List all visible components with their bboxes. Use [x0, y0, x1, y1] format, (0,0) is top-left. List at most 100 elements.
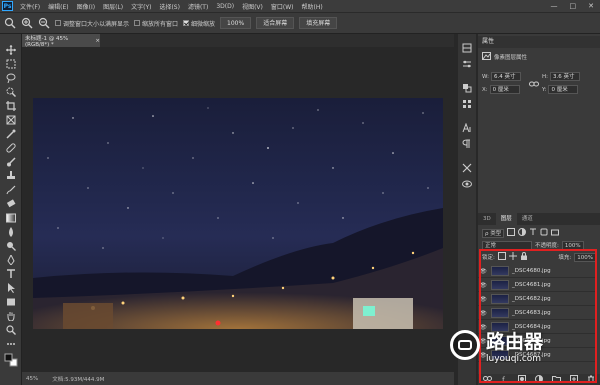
clone-stamp-tool-icon[interactable]: [4, 170, 18, 182]
path-selection-tool-icon[interactable]: [4, 282, 18, 294]
watermark: 路由器 luyouqi.com: [450, 320, 590, 370]
properties-panel-title[interactable]: 属性: [478, 36, 600, 48]
watermark-router-icon: [450, 330, 480, 360]
scrubby-zoom-option[interactable]: 细微缩放: [183, 19, 215, 28]
x-field: X: 0 厘米: [482, 85, 520, 94]
photo-content: [33, 107, 443, 329]
filter-shape-icon[interactable]: [540, 228, 548, 238]
dodge-tool-icon[interactable]: [4, 240, 18, 252]
watermark-text: 路由器 luyouqi.com: [486, 327, 543, 364]
menu-help[interactable]: 帮助(H): [298, 2, 327, 11]
watermark-subtitle: luyouqi.com: [486, 353, 542, 364]
height-label: H:: [542, 73, 548, 80]
menu-3d[interactable]: 3D(D): [212, 3, 238, 10]
document-tab-bar: 未标题-1 @ 45%(RGB/8*) * ×: [22, 34, 454, 48]
crop-tool-icon[interactable]: [4, 100, 18, 112]
filter-smartobject-icon[interactable]: [551, 228, 560, 238]
tab-channels[interactable]: 通道: [517, 213, 538, 225]
more-tools-icon[interactable]: [4, 338, 18, 350]
history-brush-tool-icon[interactable]: [4, 184, 18, 196]
gradient-tool-icon[interactable]: [4, 212, 18, 224]
move-tool-icon[interactable]: [4, 44, 18, 56]
menu-layer[interactable]: 图层(L): [99, 2, 127, 11]
zoom-level-field[interactable]: 100%: [220, 17, 252, 29]
document-tab-close-icon[interactable]: ×: [95, 38, 100, 44]
filter-adjustment-icon[interactable]: [518, 228, 527, 238]
tab-3d[interactable]: 3D: [478, 213, 496, 225]
marquee-tool-icon[interactable]: [4, 58, 18, 70]
resize-windows-label: 调整窗口大小以满屏显示: [63, 20, 130, 28]
resize-windows-checkbox[interactable]: [55, 20, 61, 26]
adjustments-panel-icon[interactable]: [461, 58, 473, 70]
pixel-layer-label: 像素图层属性: [494, 55, 528, 61]
zoom-tool-icon[interactable]: [4, 16, 16, 30]
zoom-in-icon[interactable]: [21, 16, 33, 30]
filter-type-icon[interactable]: [529, 228, 537, 238]
menu-filter[interactable]: 滤镜(T): [184, 2, 212, 11]
pixel-layer-properties: 像素图层属性: [482, 52, 527, 62]
menu-select[interactable]: 选择(S): [155, 2, 184, 11]
resize-windows-option[interactable]: 调整窗口大小以满屏显示: [55, 19, 129, 28]
pixel-layer-icon: [482, 52, 491, 62]
history-panel-icon[interactable]: [461, 42, 473, 54]
options-bar: 调整窗口大小以满屏显示 缩放所有窗口 细微缩放 100% 适合屏幕 填充屏幕: [0, 12, 600, 34]
width-input[interactable]: 6.4 英寸: [490, 72, 521, 81]
rectangle-tool-icon[interactable]: [4, 296, 18, 308]
menu-file[interactable]: 文件(F): [16, 2, 44, 11]
blur-tool-icon[interactable]: [4, 226, 18, 238]
filter-pixel-icon[interactable]: [507, 228, 516, 238]
scrubby-zoom-checkbox[interactable]: [183, 20, 190, 26]
scrubby-zoom-label: 细微缩放: [191, 20, 216, 28]
x-input[interactable]: 0 厘米: [489, 85, 520, 94]
minimize-button[interactable]: —: [551, 2, 558, 10]
color-panel-icon[interactable]: [461, 82, 473, 94]
zoom-out-icon[interactable]: [38, 16, 50, 30]
link-dimensions-icon[interactable]: [529, 73, 539, 92]
healing-brush-tool-icon[interactable]: [4, 142, 18, 154]
paragraph-panel-icon[interactable]: [461, 138, 473, 150]
maximize-button[interactable]: □: [570, 2, 577, 10]
zoom-all-checkbox[interactable]: [134, 20, 141, 26]
eraser-tool-icon[interactable]: [4, 198, 18, 210]
close-button[interactable]: ✕: [588, 2, 594, 10]
menu-edit[interactable]: 编辑(E): [44, 2, 72, 11]
tools-preset-panel-icon[interactable]: [461, 162, 473, 174]
tab-layers[interactable]: 图层: [495, 213, 517, 225]
watermark-title: 路由器: [486, 330, 544, 353]
quick-select-tool-icon[interactable]: [4, 86, 18, 98]
zoom-tool-panel-icon[interactable]: [4, 324, 18, 336]
paths-panel-icon[interactable]: [461, 178, 473, 190]
y-field: Y: 0 厘米: [542, 85, 579, 94]
character-panel-icon[interactable]: [461, 122, 473, 134]
color-swatches-icon[interactable]: [4, 352, 18, 368]
type-tool-icon[interactable]: [4, 268, 18, 280]
x-label: X:: [482, 86, 488, 93]
menu-view[interactable]: 视图(V): [238, 2, 267, 11]
canvas-area[interactable]: [22, 47, 454, 372]
frame-tool-icon[interactable]: [4, 114, 18, 126]
width-field: W: 6.4 英寸: [482, 72, 521, 81]
menu-type[interactable]: 文字(Y): [127, 2, 155, 11]
fit-screen-button[interactable]: 适合屏幕: [256, 17, 295, 29]
zoom-all-option[interactable]: 缩放所有窗口: [134, 19, 178, 28]
height-input[interactable]: 3.6 英寸: [550, 72, 580, 81]
lasso-tool-icon[interactable]: [4, 72, 18, 84]
y-input[interactable]: 0 厘米: [548, 85, 579, 94]
zoom-all-label: 缩放所有窗口: [142, 20, 179, 28]
swatches-panel-icon[interactable]: [461, 98, 473, 110]
document-tab[interactable]: 未标题-1 @ 45%(RGB/8*) * ×: [22, 34, 100, 48]
menu-image[interactable]: 图像(I): [73, 2, 99, 11]
eyedropper-tool-icon[interactable]: [4, 128, 18, 140]
brush-tool-icon[interactable]: [4, 156, 18, 168]
menu-window[interactable]: 窗口(W): [267, 2, 298, 11]
layer-kind-select[interactable]: ρ 类型: [482, 228, 505, 238]
layer-filter-row: ρ 类型: [482, 228, 596, 238]
status-zoom[interactable]: 45%: [26, 376, 38, 382]
opacity-label: 不透明度:: [535, 243, 559, 249]
fill-screen-button[interactable]: 填充屏幕: [299, 17, 338, 29]
photoshop-window: Ps 文件(F) 编辑(E) 图像(I) 图层(L) 文字(Y) 选择(S) 滤…: [0, 0, 600, 385]
pen-tool-icon[interactable]: [4, 254, 18, 266]
night-sky-photo: [33, 98, 443, 329]
window-controls: — □ ✕: [551, 2, 600, 10]
hand-tool-icon[interactable]: [4, 310, 18, 322]
